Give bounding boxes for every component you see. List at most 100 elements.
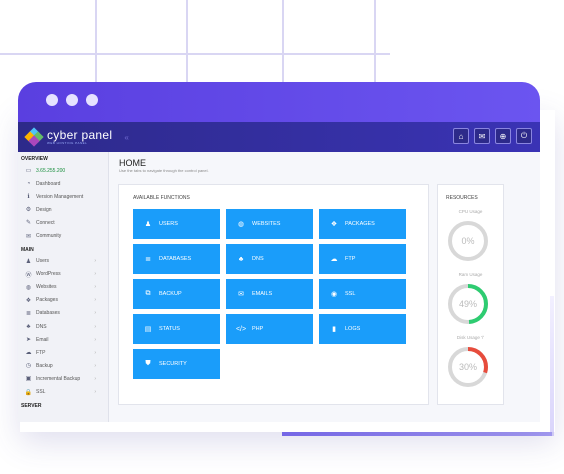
resource-gauge: 0% [446,219,490,263]
packages-button[interactable]: ❖ PACKAGES [319,209,406,239]
cyberpanel-app: cyber panel WEB HOSTING PANEL « ⌂ ✉ ⊕ ⏻ … [18,122,540,422]
file-icon: ▮ [332,326,336,333]
resources-heading: RESOURCES [446,195,478,201]
sidebar-item-dashboard[interactable]: ◔ Dashboard [18,177,108,190]
power-icon[interactable]: ⏻ [516,128,532,144]
page-title: HOME [119,158,146,168]
sidebar-item-backup[interactable]: ◷ Backup › [18,359,108,372]
dns-button[interactable]: ♣ DNS [226,244,313,274]
home-icon[interactable]: ⌂ [453,128,469,144]
sidebar-item-version-management[interactable]: ℹ Version Management [18,190,108,203]
cubes-icon: ❖ [330,221,338,228]
websites-button[interactable]: ◍ WEBSITES [226,209,313,239]
decor-grid-line [374,0,376,90]
chevron-right-icon: › [94,323,96,330]
sidebar-item-incremental-backup[interactable]: ▣ Incremental Backup › [18,372,108,385]
sidebar-item-label: Dashboard [36,180,61,187]
sidebar-item-label: Community [36,233,62,240]
gauge-value: 49% [458,299,477,309]
sidebar-item-ssl[interactable]: 🔒 SSL › [18,386,108,399]
sidebar-item-connect[interactable]: ✎ Connect [18,216,108,229]
function-label: STATUS [159,326,180,332]
chevron-right-icon: › [94,389,96,396]
function-label: LOGS [345,326,361,332]
chevron-right-icon: › [94,310,96,317]
sidebar-item-community[interactable]: ✉ Community [18,229,108,242]
function-label: BACKUP [159,291,182,297]
ftp-button[interactable]: ☁ FTP [319,244,406,274]
sidebar-item-websites[interactable]: ◍ Websites › [18,281,108,294]
sidebar-item-label: Databases [36,310,60,317]
databases-button[interactable]: ≣ DATABASES [133,244,220,274]
sidebar-item-label: DNS [36,323,47,330]
sidebar-item-label: Design [36,206,52,213]
window-titlebar [18,82,540,122]
chevron-right-icon: › [94,362,96,369]
sidebar-item-3-65-255-200[interactable]: ▭ 3.65.255.200 [18,164,108,177]
gauge-value: 30% [458,362,477,372]
chevron-right-icon: › [94,336,96,343]
logo-mark-icon [24,127,44,147]
emails-button[interactable]: ✉ EMAILS [226,279,313,309]
support-icon[interactable]: ⊕ [495,128,511,144]
sidebar-item-label: Version Management [36,193,84,200]
sidebar-item-label: WordPress [36,271,61,278]
chevron-right-icon: › [94,271,96,278]
sidebar-item-databases[interactable]: ≣ Databases › [18,307,108,320]
send-icon: ➤ [25,337,32,344]
sidebar-item-label: Packages [36,297,58,304]
sidebar-section-overview: OVERVIEW [21,156,48,162]
function-label: EMAILS [252,291,273,297]
browser-window: cyber panel WEB HOSTING PANEL « ⌂ ✉ ⊕ ⏻ … [18,82,540,422]
ssl-icon: ◉ [330,291,338,298]
sidebar-section-server: SERVER [21,402,42,409]
top-navbar: cyber panel WEB HOSTING PANEL « ⌂ ✉ ⊕ ⏻ [18,122,540,152]
collapse-sidebar-icon[interactable]: « [124,133,128,142]
info-icon: ℹ [27,194,30,201]
php-button[interactable]: </> PHP [226,314,313,344]
backup-icon: ⧉ [145,290,151,297]
server-icon: ▤ [144,326,152,333]
shield-icon: ⛊ [145,360,151,367]
sidebar-item-users[interactable]: ♟ Users › [18,255,108,268]
sidebar-item-label: Backup [36,362,53,369]
chevron-right-icon: › [94,284,96,291]
backup-button[interactable]: ⧉ BACKUP [133,279,220,309]
sidebar-item-design[interactable]: ⚙ Design [18,203,108,216]
sidebar-item-label: Websites [36,284,57,291]
ssl-button[interactable]: ◉ SSL [319,279,406,309]
cubes-icon: ❖ [25,297,32,304]
sidebar-item-label: Email [36,336,49,343]
dashboard-icon: ◔ [26,180,31,187]
sidebar-item-ftp[interactable]: ☁ FTP › [18,346,108,359]
cyberpanel-logo[interactable]: cyber panel WEB HOSTING PANEL [24,127,112,147]
sidebar-item-dns[interactable]: ♣ DNS › [18,320,108,333]
window-dot [66,94,78,106]
database-icon: ≣ [25,310,32,317]
security-button[interactable]: ⛊ SECURITY [133,349,220,379]
monitor-icon: ▭ [25,168,32,175]
sidebar-item-label: SSL [36,389,46,396]
status-button[interactable]: ▤ STATUS [133,314,220,344]
function-label: DATABASES [159,256,192,262]
function-label: SSL [345,291,356,297]
sidebar-section-main: MAIN [21,246,34,253]
window-dot [46,94,58,106]
logs-button[interactable]: ▮ LOGS [319,314,406,344]
chat-icon[interactable]: ✉ [474,128,490,144]
sidebar-item-wordpress[interactable]: Ⓦ WordPress › [18,268,108,281]
decor-grid-line [186,0,188,90]
users-button[interactable]: ♟ USERS [133,209,220,239]
decor-grid-line [95,0,97,90]
gear-icon: ⚙ [25,207,32,214]
sidebar-item-label: FTP [36,349,46,356]
sidebar-item-label: Connect [36,219,55,226]
functions-heading: AVAILABLE FUNCTIONS [133,195,190,201]
sidebar-item-email[interactable]: ➤ Email › [18,333,108,346]
lock-icon: 🔒 [24,389,33,396]
function-label: DNS [252,256,264,262]
globe-icon: ◍ [237,221,245,228]
sidebar-item-packages[interactable]: ❖ Packages › [18,294,108,307]
screenshot-stage: cyber panel WEB HOSTING PANEL « ⌂ ✉ ⊕ ⏻ … [0,0,564,474]
function-label: PHP [252,326,264,332]
